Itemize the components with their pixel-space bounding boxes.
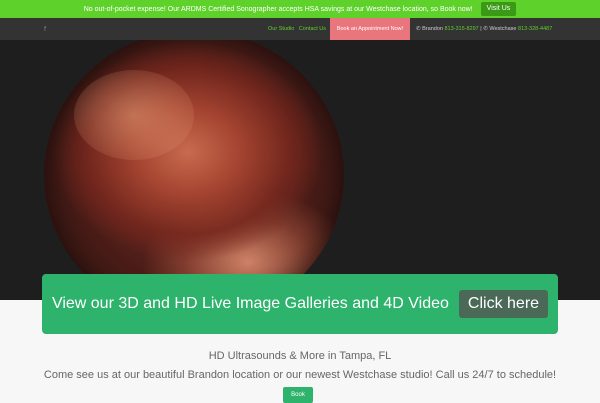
ultrasound-image: [44, 40, 344, 300]
nav-links: Our Studio Contact Us: [268, 26, 329, 32]
westchase-phone[interactable]: 813-328-4487: [518, 26, 552, 32]
book-button[interactable]: Book: [283, 387, 313, 403]
hero-section: [0, 40, 600, 300]
brandon-phone[interactable]: 813-315-8297: [444, 26, 478, 32]
phone-icon: ✆: [483, 26, 488, 32]
nav-bar: f Our Studio Contact Us ✆ Brandon 813-31…: [0, 18, 600, 40]
promo-text: No out-of-pocket expense! Our ARDMS Cert…: [83, 5, 473, 13]
gallery-banner: View our 3D and HD Live Image Galleries …: [42, 274, 558, 334]
brandon-label: Brandon: [422, 26, 443, 32]
book-appointment-button[interactable]: Book an Appointment Now!: [330, 18, 410, 40]
westchase-label: Westchase: [489, 26, 517, 32]
ultrasound-highlight: [74, 70, 194, 160]
phone-numbers: ✆ Brandon 813-315-8297 | ✆ Westchase 813…: [416, 26, 552, 32]
nav-link-our-studio[interactable]: Our Studio: [268, 26, 294, 32]
visit-us-button[interactable]: Visit Us: [480, 2, 517, 16]
subtext: Come see us at our beautiful Brandon loc…: [43, 369, 557, 381]
phone-separator: |: [480, 26, 482, 32]
facebook-icon[interactable]: f: [44, 26, 46, 33]
nav-link-contact-us[interactable]: Contact Us: [299, 26, 326, 32]
phone-icon: ✆: [416, 26, 421, 32]
promo-bar: No out-of-pocket expense! Our ARDMS Cert…: [0, 0, 600, 18]
click-here-button[interactable]: Click here: [458, 290, 549, 318]
gallery-text: View our 3D and HD Live Image Galleries …: [51, 295, 449, 312]
tagline: HD Ultrasounds & More in Tampa, FL: [208, 350, 392, 362]
